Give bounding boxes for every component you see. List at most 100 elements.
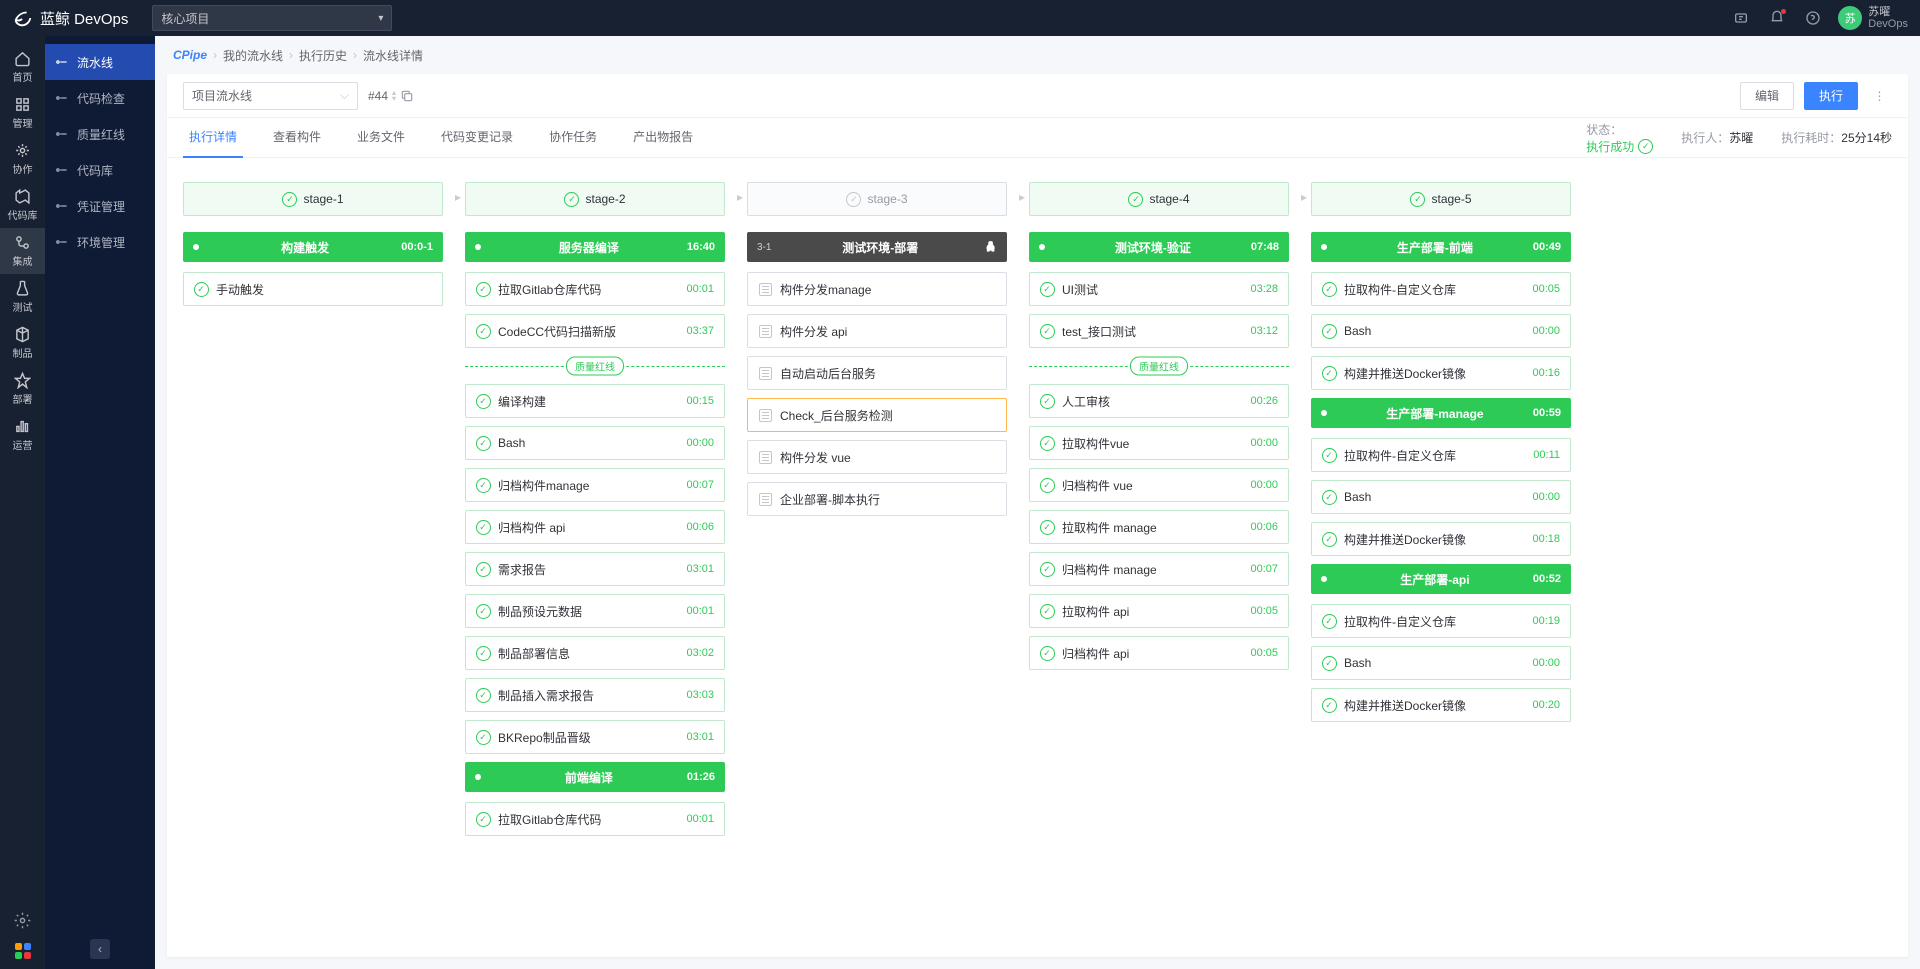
subnav-item[interactable]: 质量红线 [45, 116, 155, 152]
stage-column: stage-5 生产部署-前端00:49 拉取构件-自定义仓库00:05 Bash00… [1311, 182, 1571, 730]
task-row[interactable]: test_接口测试03:12 [1029, 314, 1289, 348]
subnav-item[interactable]: 代码库 [45, 152, 155, 188]
task-row[interactable]: 拉取构件vue00:00 [1029, 426, 1289, 460]
task-row[interactable]: 归档构件 vue00:00 [1029, 468, 1289, 502]
task-row[interactable]: 手动触发 [183, 272, 443, 306]
stage-header[interactable]: stage-2 [465, 182, 725, 216]
job-header[interactable]: 生产部署-manage00:59 [1311, 398, 1571, 428]
task-row[interactable]: 制品部署信息03:02 [465, 636, 725, 670]
build-number[interactable]: #44 ▴▾ [368, 89, 414, 103]
gear-icon[interactable] [14, 912, 31, 929]
task-row[interactable]: Bash00:00 [1311, 314, 1571, 348]
rail-item-3[interactable]: 代码库 [0, 182, 45, 228]
breadcrumb-root[interactable]: CPipe [173, 48, 207, 62]
task-row[interactable]: 制品插入需求报告03:03 [465, 678, 725, 712]
subnav-item[interactable]: 代码检查 [45, 80, 155, 116]
task-row[interactable]: 制品预设元数据00:01 [465, 594, 725, 628]
job-header[interactable]: 构建触发00:0-1 [183, 232, 443, 262]
rail-item-4[interactable]: 集成 [0, 228, 45, 274]
tab[interactable]: 查看构件 [267, 118, 327, 158]
check-icon [476, 324, 491, 339]
stage-header[interactable]: stage-1 [183, 182, 443, 216]
tab[interactable]: 执行详情 [183, 118, 243, 158]
task-row[interactable]: Bash00:00 [1311, 480, 1571, 514]
breadcrumb-current: 流水线详情 [363, 47, 423, 64]
stage-header[interactable]: stage-3 [747, 182, 1007, 216]
task-row[interactable]: 拉取Gitlab仓库代码00:01 [465, 272, 725, 306]
user-menu[interactable]: 苏 苏曜 DevOps [1838, 6, 1908, 30]
job-header[interactable]: 3-1测试环境-部署 [747, 232, 1007, 262]
subnav-item[interactable]: 流水线 [45, 44, 155, 80]
rail-item-5[interactable]: 测试 [0, 274, 45, 320]
subnav-item[interactable]: 环境管理 [45, 224, 155, 260]
task-row[interactable]: 构件分发 vue [747, 440, 1007, 474]
run-button[interactable]: 执行 [1804, 82, 1858, 110]
breadcrumb-item[interactable]: 执行历史 [299, 47, 347, 64]
task-row[interactable]: 拉取构件-自定义仓库00:11 [1311, 438, 1571, 472]
task-row[interactable]: CodeCC代码扫描新版03:37 [465, 314, 725, 348]
breadcrumb-item[interactable]: 我的流水线 [223, 47, 283, 64]
stage-header[interactable]: stage-5 [1311, 182, 1571, 216]
task-row[interactable]: 需求报告03:01 [465, 552, 725, 586]
rail-item-0[interactable]: 首页 [0, 44, 45, 90]
task-row[interactable]: Bash00:00 [1311, 646, 1571, 680]
task-row[interactable]: 构建并推送Docker镜像00:20 [1311, 688, 1571, 722]
task-row[interactable]: 自动启动后台服务 [747, 356, 1007, 390]
task-row[interactable]: 拉取构件 api00:05 [1029, 594, 1289, 628]
task-row[interactable]: 归档构件 manage00:07 [1029, 552, 1289, 586]
task-row[interactable]: 归档构件 api00:06 [465, 510, 725, 544]
bell-icon[interactable] [1762, 3, 1792, 33]
subnav-item[interactable]: 凭证管理 [45, 188, 155, 224]
collapse-button[interactable]: ‹ [90, 939, 110, 959]
tab[interactable]: 协作任务 [543, 118, 603, 158]
task-row[interactable]: 拉取构件-自定义仓库00:19 [1311, 604, 1571, 638]
task-row[interactable]: 企业部署-脚本执行 [747, 482, 1007, 516]
edit-button[interactable]: 编辑 [1740, 82, 1794, 110]
rail-item-8[interactable]: 运营 [0, 412, 45, 458]
task-row[interactable]: 拉取Gitlab仓库代码00:01 [465, 802, 725, 836]
rail-item-1[interactable]: 管理 [0, 90, 45, 136]
task-row[interactable]: 人工审核00:26 [1029, 384, 1289, 418]
subnav: 流水线代码检查质量红线代码库凭证管理环境管理 ‹ [45, 36, 155, 969]
task-row[interactable]: BKRepo制品晋级03:01 [465, 720, 725, 754]
rail-item-2[interactable]: 协作 [0, 136, 45, 182]
pipeline-select[interactable]: 项目流水线⌵ [183, 82, 358, 110]
stage-column: stage-1▸构建触发00:0-1手动触发 [183, 182, 443, 314]
job-header[interactable]: 服务器编译16:40 [465, 232, 725, 262]
check-icon [476, 436, 491, 451]
check-icon [476, 520, 491, 535]
tab[interactable]: 产出物报告 [627, 118, 699, 158]
task-row[interactable]: UI测试03:28 [1029, 272, 1289, 306]
task-row[interactable]: 拉取构件-自定义仓库00:05 [1311, 272, 1571, 306]
tab[interactable]: 业务文件 [351, 118, 411, 158]
job-header[interactable]: 测试环境-验证07:48 [1029, 232, 1289, 262]
job-header[interactable]: 生产部署-前端00:49 [1311, 232, 1571, 262]
rail-item-7[interactable]: 部署 [0, 366, 45, 412]
task-row[interactable]: 编译构建00:15 [465, 384, 725, 418]
activity-icon[interactable] [1726, 3, 1756, 33]
chevron-down-icon: ⌵ [340, 88, 349, 103]
success-icon [1638, 139, 1653, 154]
task-row[interactable]: 构建并推送Docker镜像00:16 [1311, 356, 1571, 390]
stage-header[interactable]: stage-4 [1029, 182, 1289, 216]
tab[interactable]: 代码变更记录 [435, 118, 519, 158]
copy-icon[interactable] [400, 89, 414, 103]
job-header[interactable]: 生产部署-api00:52 [1311, 564, 1571, 594]
task-row[interactable]: 归档构件manage00:07 [465, 468, 725, 502]
more-button[interactable]: ⋮ [1868, 89, 1892, 103]
task-row[interactable]: 归档构件 api00:05 [1029, 636, 1289, 670]
project-selector[interactable]: 核心项目▾ [152, 5, 392, 31]
task-row[interactable]: 构件分发 api [747, 314, 1007, 348]
task-row[interactable]: 构件分发manage [747, 272, 1007, 306]
task-row[interactable]: Bash00:00 [465, 426, 725, 460]
task-row[interactable]: 拉取构件 manage00:06 [1029, 510, 1289, 544]
quality-gate[interactable]: 质量红线 [465, 356, 725, 376]
task-row[interactable]: 构建并推送Docker镜像00:18 [1311, 522, 1571, 556]
task-row[interactable]: Check_后台服务检测 [747, 398, 1007, 432]
apps-icon[interactable] [15, 943, 31, 959]
help-icon[interactable] [1798, 3, 1828, 33]
job-header[interactable]: 前端编译01:26 [465, 762, 725, 792]
check-icon [1322, 366, 1337, 381]
rail-item-6[interactable]: 制品 [0, 320, 45, 366]
quality-gate[interactable]: 质量红线 [1029, 356, 1289, 376]
